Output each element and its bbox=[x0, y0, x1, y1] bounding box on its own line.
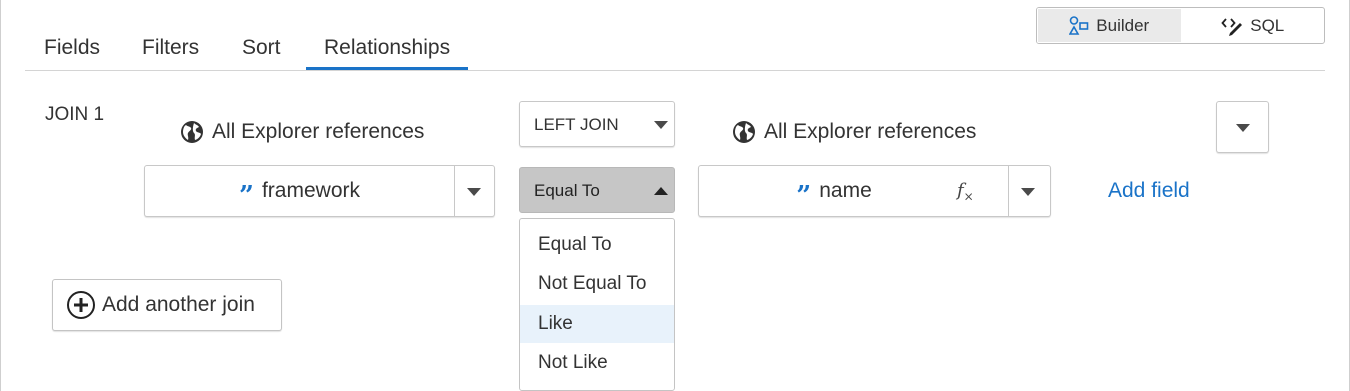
string-type-icon: ” bbox=[796, 181, 811, 211]
add-field-link[interactable]: Add field bbox=[1108, 179, 1190, 203]
left-field-label: framework bbox=[261, 179, 360, 202]
left-reference-label: All Explorer references bbox=[212, 120, 425, 143]
globe-icon bbox=[180, 120, 204, 144]
operator-option-not-like[interactable]: Not Like bbox=[520, 344, 674, 382]
code-pencil-icon bbox=[1221, 16, 1243, 36]
operator-select[interactable]: Equal To bbox=[519, 167, 675, 213]
right-reference: All Explorer references bbox=[732, 120, 976, 144]
tab-fields[interactable]: Fields bbox=[44, 36, 100, 60]
chevron-down-icon bbox=[654, 121, 668, 129]
sql-mode-label: SQL bbox=[1250, 15, 1285, 35]
tab-bar: Fields Filters Sort Relationships bbox=[25, 34, 1325, 71]
left-field-select[interactable]: ” framework bbox=[144, 165, 495, 217]
tab-filters[interactable]: Filters bbox=[142, 36, 199, 60]
operator-value: Equal To bbox=[534, 181, 600, 200]
formula-icon[interactable]: f× bbox=[957, 180, 974, 204]
string-type-icon: ” bbox=[239, 181, 254, 211]
right-reference-label: All Explorer references bbox=[764, 120, 977, 143]
chevron-down-icon[interactable] bbox=[1021, 188, 1035, 196]
operator-option-like[interactable]: Like bbox=[520, 305, 674, 343]
builder-mode-label: Builder bbox=[1096, 15, 1150, 35]
operator-dropdown: Equal To Not Equal To Like Not Like bbox=[519, 218, 675, 391]
operator-option-not-equal-to[interactable]: Not Equal To bbox=[520, 265, 674, 303]
globe-icon bbox=[732, 120, 756, 144]
add-another-join-button[interactable]: Add another join bbox=[52, 279, 282, 331]
add-another-join-label: Add another join bbox=[102, 293, 255, 316]
left-reference: All Explorer references bbox=[180, 120, 424, 144]
right-field-select[interactable]: ” name f× bbox=[698, 165, 1051, 217]
chevron-up-icon bbox=[654, 187, 668, 195]
operator-option-equal-to[interactable]: Equal To bbox=[520, 226, 674, 264]
join-label: JOIN 1 bbox=[45, 104, 105, 125]
select-divider bbox=[1008, 166, 1009, 216]
builder-icon bbox=[1069, 15, 1089, 36]
right-field-label: name bbox=[819, 179, 872, 202]
select-divider bbox=[454, 166, 455, 216]
right-field-value: ” name bbox=[699, 166, 969, 216]
join-type-select[interactable]: LEFT JOIN bbox=[519, 101, 675, 147]
plus-circle-icon bbox=[66, 290, 96, 320]
tab-relationships[interactable]: Relationships bbox=[305, 36, 469, 70]
join-options-button[interactable] bbox=[1216, 101, 1269, 153]
chevron-down-icon[interactable] bbox=[467, 188, 481, 196]
tab-sort[interactable]: Sort bbox=[242, 36, 281, 60]
chevron-down-icon bbox=[1236, 124, 1250, 132]
join-type-value: LEFT JOIN bbox=[534, 115, 619, 134]
left-field-value: ” framework bbox=[145, 166, 454, 216]
